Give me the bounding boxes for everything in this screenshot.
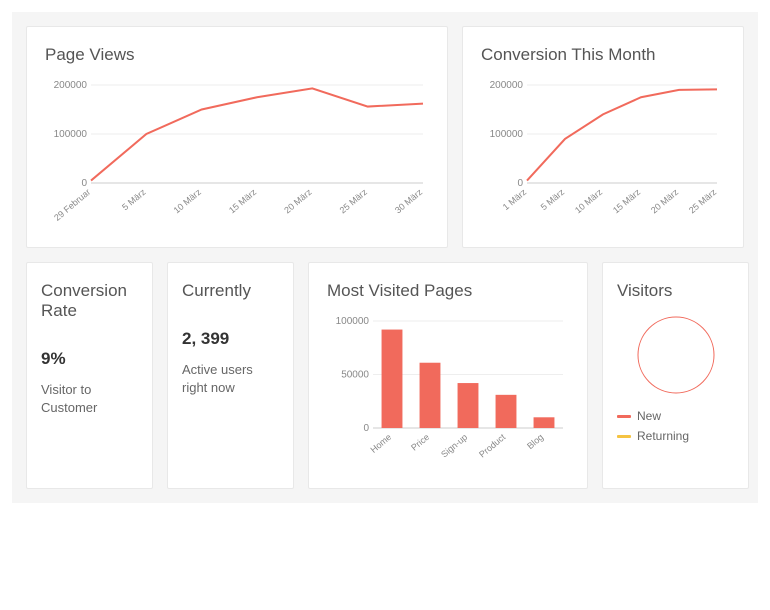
legend-new: New	[617, 409, 734, 423]
svg-text:100000: 100000	[336, 316, 370, 327]
legend-swatch-returning	[617, 435, 631, 438]
svg-text:20 März: 20 März	[649, 187, 681, 216]
svg-text:15 März: 15 März	[611, 187, 643, 216]
currently-card: Currently 2, 399 Active users right now	[167, 262, 294, 489]
visitors-title: Visitors	[617, 281, 734, 301]
conversion-rate-value: 9%	[41, 349, 138, 369]
svg-text:100000: 100000	[54, 129, 88, 140]
svg-text:1 März: 1 März	[501, 187, 529, 213]
currently-title: Currently	[182, 281, 279, 301]
svg-text:Product: Product	[477, 432, 508, 460]
svg-text:0: 0	[363, 423, 369, 434]
svg-text:200000: 200000	[54, 80, 88, 91]
svg-text:200000: 200000	[490, 80, 524, 91]
svg-text:Home: Home	[368, 432, 393, 455]
svg-text:Price: Price	[409, 432, 431, 453]
most-visited-card: Most Visited Pages 0 50000 100000 Home Price…	[308, 262, 588, 489]
conversion-rate-title: Conversion Rate	[41, 281, 138, 321]
currently-value: 2, 399	[182, 329, 279, 349]
svg-text:20 März: 20 März	[282, 187, 314, 216]
svg-text:Blog: Blog	[525, 432, 545, 451]
svg-text:25 März: 25 März	[687, 187, 719, 216]
page-views-chart: 010000020000029 Februar5 März10 März15 M…	[45, 79, 429, 229]
svg-text:5 März: 5 März	[120, 187, 148, 213]
svg-text:15 März: 15 März	[227, 187, 259, 216]
conversion-rate-card: Conversion Rate 9% Visitor to Customer	[26, 262, 153, 489]
legend-returning-label: Returning	[637, 429, 689, 443]
dashboard: Page Views 0 100000 200000 29 Februar 5 März…	[12, 12, 758, 503]
page-views-title: Page Views	[45, 45, 429, 65]
svg-text:5 März: 5 März	[539, 187, 567, 213]
svg-text:100000: 100000	[490, 129, 524, 140]
most-visited-chart: 0 50000 100000 Home Price Sign-up Product Blog	[327, 315, 569, 470]
svg-text:30 März: 30 März	[393, 187, 425, 216]
conversion-month-title: Conversion This Month	[481, 45, 725, 65]
visitors-chart	[636, 315, 716, 395]
svg-text:10 März: 10 März	[172, 187, 204, 216]
svg-text:25 März: 25 März	[338, 187, 370, 216]
most-visited-title: Most Visited Pages	[327, 281, 569, 301]
legend-returning: Returning	[617, 429, 734, 443]
legend-new-label: New	[637, 409, 661, 423]
currently-label: Active users right now	[182, 361, 279, 397]
svg-text:10 März: 10 März	[573, 187, 605, 216]
conversion-month-chart: 01000002000001 März5 März10 März15 März2…	[481, 79, 723, 229]
svg-text:Sign-up: Sign-up	[439, 432, 469, 460]
visitors-legend: New Returning	[617, 409, 734, 443]
legend-swatch-new	[617, 415, 631, 418]
visitors-card: Visitors New Returning	[602, 262, 749, 489]
svg-text:29 Februar: 29 Februar	[52, 187, 92, 223]
conversion-month-card: Conversion This Month 01000002000001 Mär…	[462, 26, 744, 248]
conversion-rate-label: Visitor to Customer	[41, 381, 138, 417]
page-views-card: Page Views 010000020000029 Februar5 März…	[26, 26, 448, 248]
svg-text:50000: 50000	[341, 370, 369, 381]
